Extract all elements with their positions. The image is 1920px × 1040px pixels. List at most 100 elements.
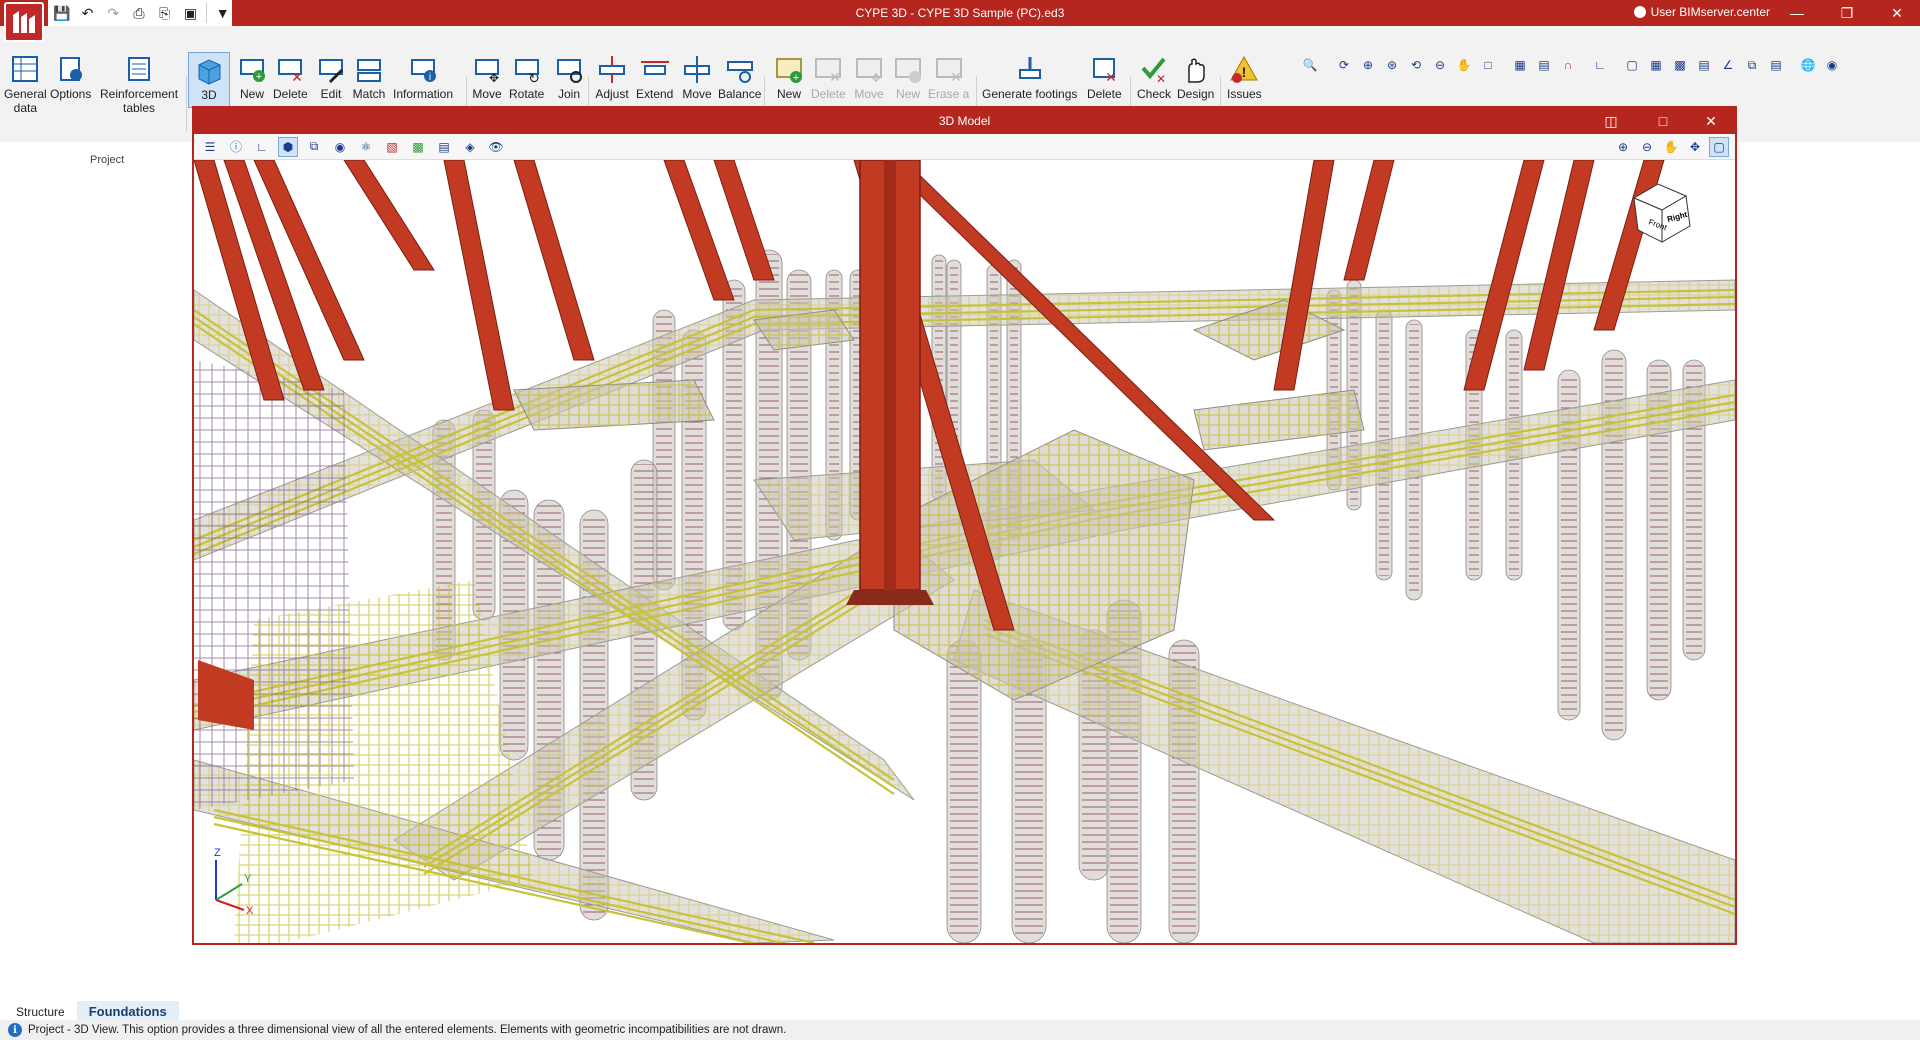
color-map-icon[interactable]: ▩ [408,137,428,157]
snap-icon[interactable]: ▩ [1670,55,1690,75]
move-tie-beam-label: Move [854,87,884,101]
angle-icon[interactable]: ∠ [1718,55,1738,75]
zoom-previous-icon[interactable]: ⟳ [1334,55,1354,75]
add-icon: + [235,52,269,86]
delete-footings-button[interactable]: ✕ Delete [1087,52,1122,101]
user-account[interactable]: User BIMserver.center [1633,5,1770,19]
axes-view-icon[interactable]: ∟ [252,137,272,157]
viewport-3d[interactable]: Front Right Z Y X [194,160,1735,943]
solid-view-icon[interactable]: ⬢ [278,136,298,157]
rotate-label: Rotate [509,87,545,101]
view-3d-button[interactable]: 3D [188,52,230,108]
zoom-all-icon[interactable]: ⊕ [1358,55,1378,75]
layers-stack-icon[interactable]: ◈ [460,137,480,157]
information-button[interactable]: i Information [393,52,453,101]
delete-tie-beam-button[interactable]: ✕ Delete [811,52,846,101]
general-data-label: General data [4,87,47,115]
rotate-view-icon[interactable]: ✥ [1685,137,1705,157]
tab-structure[interactable]: Structure [0,1002,77,1022]
layers-icon[interactable]: ▦ [1510,55,1530,75]
frame-icon[interactable]: ▢ [1622,55,1642,75]
paste-icon[interactable]: ▤ [1766,55,1786,75]
options-button[interactable]: Options [50,52,91,101]
bimserver-icon[interactable]: 🌐 [1798,55,1818,75]
copy-icon[interactable]: ⧉ [1742,55,1762,75]
adjust-label: Adjust [595,87,629,101]
filter-icon[interactable]: ▤ [434,137,454,157]
pan-icon[interactable]: ✋ [1454,55,1474,75]
check-button[interactable]: ✕ Check [1137,52,1171,101]
information-label: Information [393,87,454,101]
minimize-icon[interactable]: — [1774,0,1820,26]
text-icon[interactable]: ▤ [1534,55,1554,75]
extend-button[interactable]: Extend [636,52,673,101]
general-data-button[interactable]: General data [4,52,47,115]
move-label: Move [472,87,502,101]
erase-a-button[interactable]: ✕ Erase a [928,52,969,101]
extend-label: Extend [636,87,674,101]
zoom-out-icon[interactable]: ⊖ [1430,55,1450,75]
ribbon-separator [186,76,187,132]
balance-button[interactable]: Balance [718,52,761,101]
generate-footings-button[interactable]: Generate footings [982,52,1077,101]
orbit-icon[interactable]: ⚛ [356,137,376,157]
issues-button[interactable]: ! Issues [1227,52,1262,101]
close-model-window-icon[interactable]: ✕ [1691,108,1731,134]
magnet-icon[interactable]: ∩ [1558,55,1578,75]
check-label: Check [1137,87,1172,101]
axis-y-label: Y [244,873,252,885]
dimension-icon[interactable]: ▤ [1694,55,1714,75]
maximize-icon[interactable]: □ [1643,108,1683,134]
edit-button[interactable]: Edit [314,52,348,101]
search-icon[interactable]: 🔍 [1300,55,1320,75]
adjust-button[interactable]: Adjust [595,52,629,101]
info-icon[interactable]: ⓘ [226,137,246,157]
zoom-window-icon[interactable]: ⊛ [1382,55,1402,75]
match-button[interactable]: Match [352,52,386,101]
join-label: Join [557,87,580,101]
model-3d-window: 3D Model ◫ □ ✕ ☰ ⓘ ∟ ⬢ ⧉ ◉ ⚛ ▧ ▩ ▤ ◈ 👁 ⊕… [192,106,1737,945]
new-disabled-icon [891,52,925,86]
new-element-button[interactable]: + New [235,52,269,101]
design-button[interactable]: Design [1177,52,1214,101]
openbim-icon[interactable]: ◉ [1822,55,1842,75]
view-3d-label: 3D [201,88,217,102]
move-beam-icon [680,52,714,86]
bottom-tabs: Structure Foundations [0,1000,1920,1022]
close-icon[interactable]: ✕ [1874,0,1920,26]
dock-icon[interactable]: ◫ [1591,108,1631,134]
window-title: CYPE 3D - CYPE 3D Sample (PC).ed3 [855,6,1065,20]
axes-icon[interactable]: ∟ [1590,55,1610,75]
grid-icon[interactable]: ▦ [1646,55,1666,75]
new-tie-beam-label: New [776,87,801,101]
tab-foundations[interactable]: Foundations [76,1001,179,1022]
model-window-titlebar: 3D Model ◫ □ ✕ [194,108,1735,134]
pan-hand-icon[interactable]: ✋ [1661,137,1681,157]
restore-icon[interactable]: ❐ [1824,0,1870,26]
delete-element-button[interactable]: ✕ Delete [273,52,308,101]
zoom-out-icon[interactable]: ⊖ [1637,137,1657,157]
refresh-icon[interactable]: ⟲ [1406,55,1426,75]
move-beam-button[interactable]: Move [680,52,714,101]
svg-text:✕: ✕ [291,69,303,84]
fit-view-icon[interactable]: ▢ [1709,137,1729,157]
wireframe-icon[interactable]: ⧉ [304,137,324,157]
window-fit-icon[interactable]: □ [1478,55,1498,75]
visibility-icon[interactable]: ◉ [330,137,350,157]
zoom-all-icon[interactable]: ⊕ [1613,137,1633,157]
match-label: Match [352,87,386,101]
join-button[interactable]: Join [552,52,586,101]
steel-column [1273,160,1335,391]
join-icon [552,52,586,86]
layers-icon[interactable]: ☰ [200,137,220,157]
model-scene: Front Right Z Y X [194,160,1735,943]
app-logo[interactable] [4,2,44,42]
new-disabled-button[interactable]: New [891,52,925,101]
move-tie-beam-button[interactable]: ✥ Move [852,52,886,101]
reinforcement-tables-button[interactable]: Reinforcement tables [100,52,178,115]
eye-icon[interactable]: 👁 [486,137,506,157]
new-tie-beam-button[interactable]: + New [772,52,806,101]
move-button[interactable]: ✥ Move [470,52,504,101]
section-icon[interactable]: ▧ [382,137,402,157]
rotate-button[interactable]: ↻ Rotate [509,52,544,101]
